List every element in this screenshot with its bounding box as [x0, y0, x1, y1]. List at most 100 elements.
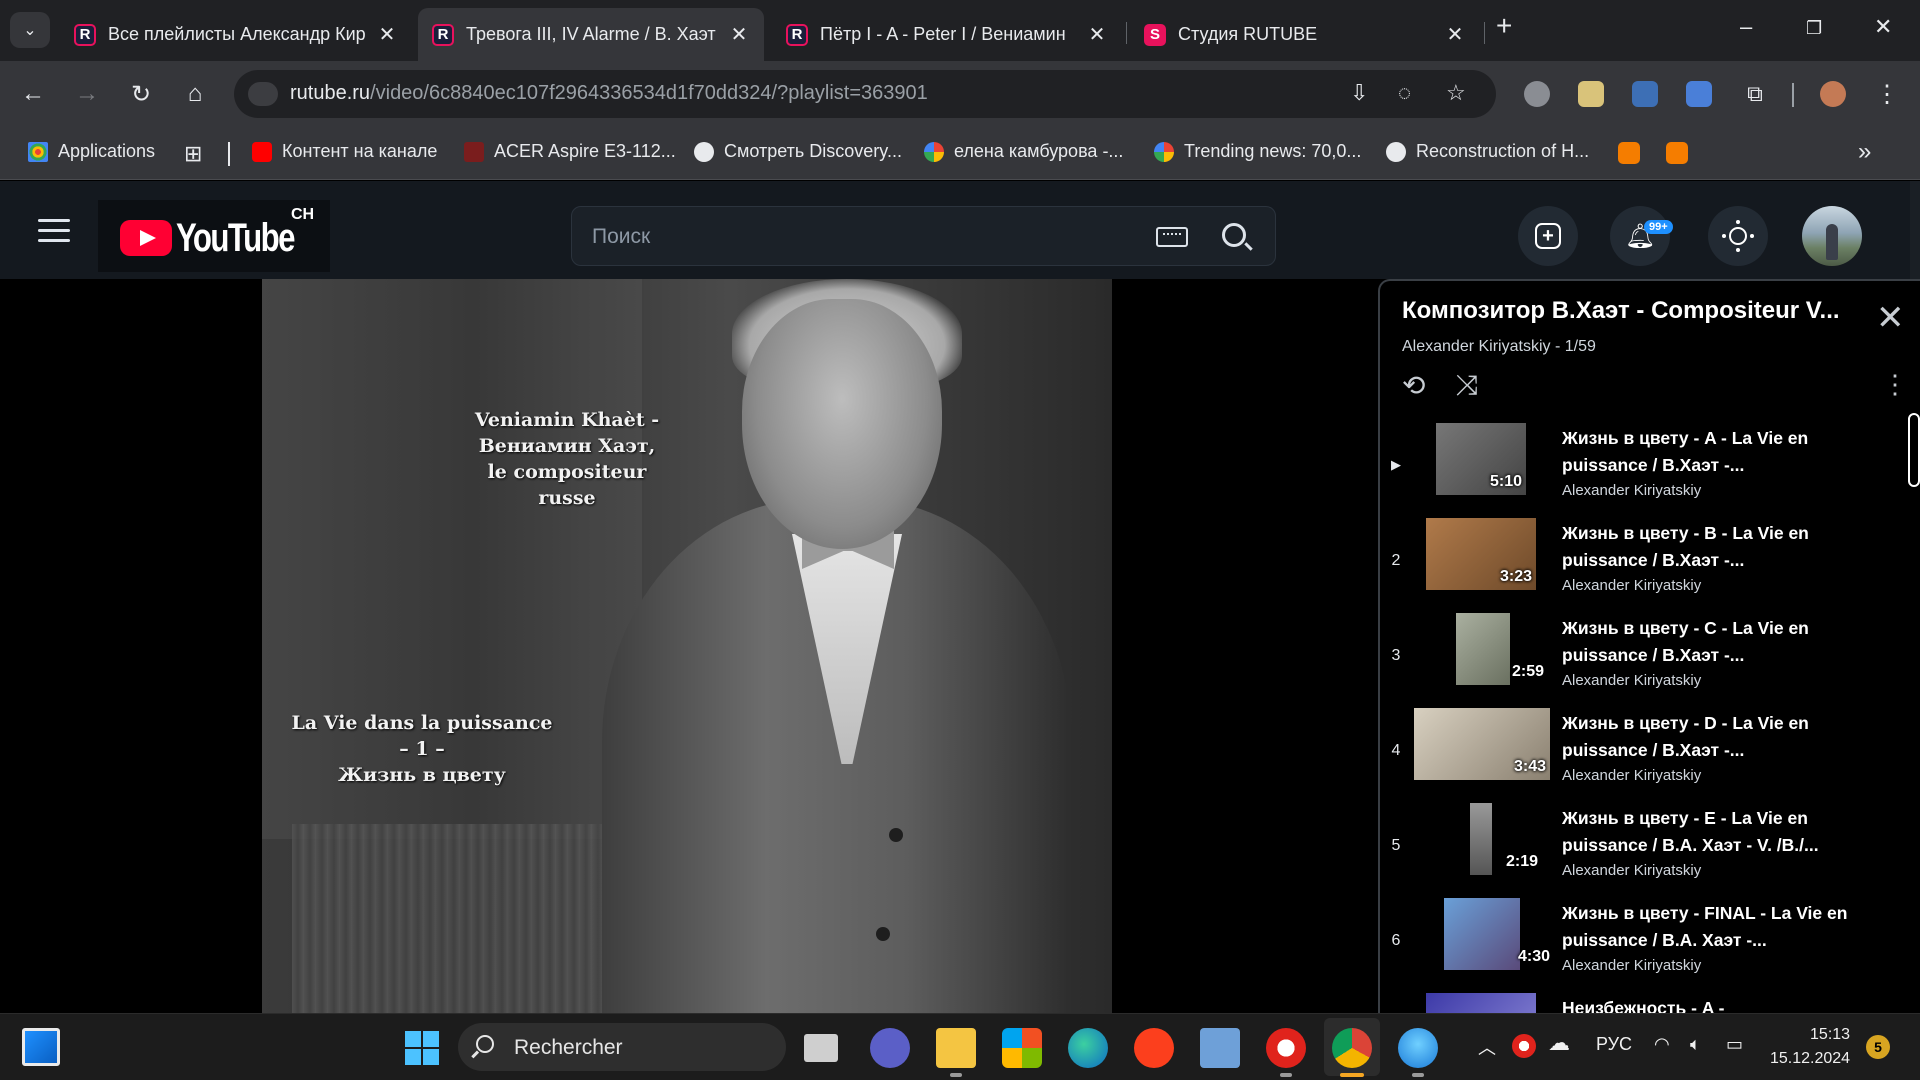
address-bar[interactable]: rutube.ru/video/6c8840ec107f2964336534d1… [234, 70, 1496, 118]
reload-icon[interactable]: ↻ [126, 79, 156, 109]
bookmark-discovery[interactable]: Смотреть Discovery... [694, 141, 902, 162]
video-author[interactable]: Alexander Kiriyatskiy [1562, 862, 1701, 879]
bookmark-acer[interactable]: ACER Aspire E3-112... [464, 141, 676, 162]
tab-peter-i[interactable]: R Пётр I - A - Peter I / Вениамин ✕ [772, 8, 1122, 61]
teams-icon[interactable] [870, 1028, 910, 1068]
bookmark-trending-news[interactable]: Trending news: 70,0... [1154, 141, 1361, 162]
file-explorer-icon[interactable] [936, 1028, 976, 1068]
browser-menu-icon[interactable]: ⋮ [1872, 79, 1902, 109]
profile-avatar[interactable] [1820, 81, 1846, 107]
google-translate-icon[interactable] [1686, 81, 1712, 107]
notifications-button[interactable]: 🔔︎ 99+ [1610, 206, 1673, 266]
extension-card-icon[interactable] [1578, 81, 1604, 107]
video-author[interactable]: Alexander Kiriyatskiy [1562, 672, 1701, 689]
playlist-item[interactable]: 5 2:19 Жизнь в цвету - E - La Vie en pui… [1380, 803, 1900, 898]
theme-toggle-button[interactable] [1708, 206, 1768, 266]
close-icon[interactable]: ✕ [1876, 301, 1905, 335]
battery-icon[interactable]: ▭ [1726, 1034, 1743, 1055]
video-thumbnail[interactable] [1426, 993, 1536, 1013]
cloud-icon[interactable]: ☁ [1548, 1030, 1570, 1056]
video-title[interactable]: Жизнь в цвету - D - La Vie en puissance … [1562, 710, 1862, 764]
shuffle-icon[interactable]: ⤨ [1456, 369, 1478, 402]
close-tab-icon[interactable]: ✕ [1086, 22, 1108, 47]
blogger-icon[interactable] [1666, 142, 1688, 164]
new-tab-button[interactable]: + [1496, 10, 1512, 42]
home-icon[interactable]: ⌂ [180, 79, 210, 109]
task-view-icon[interactable] [804, 1034, 838, 1062]
video-title[interactable]: Жизнь в цвету - C - La Vie en puissance … [1562, 615, 1862, 669]
minimize-button[interactable]: – [1740, 14, 1752, 40]
user-avatar[interactable] [1802, 206, 1862, 266]
playlist-scrollbar[interactable] [1908, 413, 1920, 487]
url-text[interactable]: rutube.ru/video/6c8840ec107f2964336534d1… [290, 82, 928, 105]
edge-icon[interactable] [1068, 1028, 1108, 1068]
tab-groups-icon[interactable]: ⊞ [184, 141, 202, 167]
chrome-icon[interactable] [1332, 1028, 1372, 1068]
notification-count-badge[interactable]: 5 [1866, 1035, 1890, 1059]
playlist-item[interactable]: Неизбежность - A - [1380, 993, 1900, 1013]
system-clock[interactable]: 15:13 15.12.2024 [1770, 1023, 1850, 1071]
restore-button[interactable]: ❐ [1806, 18, 1822, 39]
show-hidden-icons-icon[interactable]: ︿ [1478, 1034, 1496, 1060]
bookmark-applications[interactable]: Applications [28, 141, 155, 162]
video-title[interactable]: Жизнь в цвету - FINAL - La Vie en puissa… [1562, 900, 1862, 954]
tracking-protection-icon[interactable]: ◌ [1398, 80, 1411, 106]
playlist-item[interactable]: 4 3:43 Жизнь в цвету - D - La Vie en pui… [1380, 708, 1900, 803]
keyboard-icon[interactable] [1156, 227, 1188, 247]
install-app-icon[interactable]: ⇩ [1350, 80, 1368, 106]
extensions-puzzle-icon[interactable]: ⧉ [1740, 79, 1770, 109]
video-thumbnail[interactable]: 4:30 [1444, 898, 1550, 970]
playlist-item[interactable]: ▶ 5:10 Жизнь в цвету - A - La Vie en pui… [1380, 423, 1900, 518]
video-title[interactable]: Жизнь в цвету - E - La Vie en puissance … [1562, 805, 1862, 859]
close-tab-icon[interactable]: ✕ [1444, 22, 1466, 47]
video-title[interactable]: Жизнь в цвету - B - La Vie en puissance … [1562, 520, 1862, 574]
video-author[interactable]: Alexander Kiriyatskiy [1562, 767, 1701, 784]
upload-button[interactable]: + [1518, 206, 1578, 266]
microsoft-store-icon[interactable] [1002, 1028, 1042, 1068]
close-window-button[interactable]: ✕ [1874, 14, 1892, 40]
video-title[interactable]: Жизнь в цвету - A - La Vie en puissance … [1562, 425, 1862, 479]
volume-icon[interactable]: 🔈︎ [1690, 1034, 1701, 1055]
remote-desktop-icon[interactable] [1200, 1028, 1240, 1068]
forward-icon[interactable]: → [72, 79, 102, 109]
close-tab-icon[interactable]: ✕ [376, 22, 398, 47]
video-author[interactable]: Alexander Kiriyatskiy [1562, 482, 1701, 499]
bookmark-channel-content[interactable]: Контент на канале [252, 141, 437, 162]
search-icon[interactable] [1222, 223, 1246, 247]
tab-all-playlists[interactable]: R Все плейлисты Александр Кир ✕ [60, 8, 412, 61]
video-thumbnail[interactable]: 3:43 [1414, 708, 1550, 780]
close-tab-icon[interactable]: ✕ [728, 22, 750, 47]
video-title[interactable]: Неизбежность - A - [1562, 995, 1862, 1013]
bookmark-star-icon[interactable]: ☆ [1446, 80, 1466, 106]
back-icon[interactable]: ← [18, 79, 48, 109]
search-field[interactable] [571, 206, 1276, 266]
video-thumbnail[interactable]: 5:10 [1436, 423, 1526, 495]
yandex-browser-icon[interactable] [1266, 1028, 1306, 1068]
playlist-title[interactable]: Композитор В.Хаэт - Compositeur V... [1402, 297, 1862, 325]
video-author[interactable]: Alexander Kiriyatskiy [1562, 577, 1701, 594]
playlist-item[interactable]: 2 3:23 Жизнь в цвету - B - La Vie en pui… [1380, 518, 1900, 613]
video-player[interactable]: Veniamin Khaèt - Вениамин Хаэт, le compo… [262, 279, 1112, 1013]
video-thumbnail[interactable]: 3:23 [1426, 518, 1536, 590]
tab-rutube-studio[interactable]: S Студия RUTUBE ✕ [1130, 8, 1480, 61]
tab-search-button[interactable]: ⌄ [10, 12, 50, 48]
video-thumbnail[interactable]: 2:59 [1456, 613, 1544, 685]
channel-logo[interactable]: YouTube CH [98, 200, 330, 272]
bookmarks-overflow-button[interactable]: » [1858, 138, 1871, 166]
extension-translate-words-icon[interactable] [1632, 81, 1658, 107]
menu-icon[interactable] [38, 219, 70, 243]
video-author[interactable]: Alexander Kiriyatskiy [1562, 957, 1701, 974]
yandex-tray-icon[interactable] [1512, 1034, 1536, 1058]
widgets-icon[interactable] [22, 1028, 60, 1066]
playlist-item[interactable]: 3 2:59 Жизнь в цвету - C - La Vie en pui… [1380, 613, 1900, 708]
playlist-item[interactable]: 6 4:30 Жизнь в цвету - FINAL - La Vie en… [1380, 898, 1900, 993]
search-input[interactable] [592, 221, 1132, 253]
video-thumbnail[interactable]: 2:19 [1470, 803, 1538, 875]
bookmark-kamburova[interactable]: елена камбурова -... [924, 141, 1123, 162]
start-button[interactable] [402, 1028, 442, 1068]
yandex-icon[interactable] [1134, 1028, 1174, 1068]
site-info-icon[interactable] [248, 82, 278, 106]
taskbar-search[interactable]: Rechercher [458, 1023, 786, 1071]
paint-icon[interactable] [1398, 1028, 1438, 1068]
bookmark-reconstruction[interactable]: Reconstruction of H... [1386, 141, 1589, 162]
